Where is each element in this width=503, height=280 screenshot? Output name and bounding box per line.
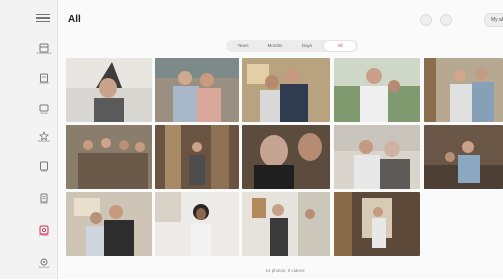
sidebar-item-lists[interactable]: Lists — [33, 158, 55, 184]
sidebar-item-label: Settings — [38, 265, 50, 269]
photo-thumbnail[interactable] — [242, 192, 330, 256]
star-icon — [39, 128, 49, 141]
photo-grid — [66, 58, 503, 263]
journal-icon — [39, 70, 49, 83]
list-icon — [39, 158, 49, 171]
gear-icon — [39, 254, 49, 266]
hamburger-menu-icon[interactable] — [36, 12, 50, 24]
photo-thumbnail[interactable] — [155, 125, 239, 189]
photo-thumbnail[interactable] — [334, 192, 420, 256]
photos-icon — [39, 222, 49, 235]
page-title: All — [68, 14, 81, 25]
sidebar: Dashboard Journal Tasks Rewards Lists No… — [0, 0, 58, 279]
tab-all[interactable]: All — [324, 41, 356, 51]
sidebar-item-label: Dashboard — [36, 51, 52, 55]
photo-thumbnail[interactable] — [66, 58, 152, 122]
photo-thumbnail[interactable] — [334, 58, 420, 122]
photo-thumbnail[interactable] — [242, 125, 330, 189]
sidebar-item-label: Photos — [39, 233, 49, 237]
sidebar-item-label: Tasks — [40, 111, 48, 115]
photo-thumbnail[interactable] — [155, 192, 239, 256]
photo-thumbnail[interactable] — [334, 125, 420, 189]
photo-thumbnail[interactable] — [424, 58, 503, 122]
photo-thumbnail[interactable] — [155, 58, 239, 122]
photo-thumbnail[interactable] — [66, 192, 152, 256]
dashboard-icon — [39, 40, 49, 53]
sidebar-item-label: Lists — [40, 169, 48, 173]
tab-years[interactable]: Years — [228, 41, 258, 51]
header: All My album — [58, 0, 503, 40]
share-icon[interactable] — [420, 14, 432, 26]
photo-thumbnail[interactable] — [424, 125, 503, 189]
sidebar-item-journal[interactable]: Journal — [33, 70, 55, 96]
album-button[interactable]: My album — [484, 13, 503, 27]
tasks-icon — [39, 100, 49, 112]
sidebar-item-label: Notes — [40, 201, 48, 205]
sidebar-item-settings[interactable]: Settings — [33, 254, 55, 280]
photo-thumbnail[interactable] — [242, 58, 330, 122]
sidebar-item-label: Rewards — [38, 139, 50, 143]
sidebar-item-tasks[interactable]: Tasks — [33, 100, 55, 126]
sidebar-item-photos[interactable]: Photos — [33, 222, 55, 248]
view-tabs: Years Months Days All — [226, 40, 358, 52]
photos-app: Dashboard Journal Tasks Rewards Lists No… — [0, 0, 503, 279]
info-icon[interactable] — [440, 14, 452, 26]
sidebar-item-notes[interactable]: Notes — [33, 190, 55, 216]
sidebar-item-label: Journal — [39, 81, 49, 85]
sidebar-item-rewards[interactable]: Rewards — [33, 128, 55, 154]
sidebar-item-dashboard[interactable]: Dashboard — [33, 40, 55, 66]
notes-icon — [39, 190, 49, 203]
photo-thumbnail[interactable] — [66, 125, 152, 189]
tab-days[interactable]: Days — [292, 41, 322, 51]
photo-count: 14 photos, 0 videos — [265, 268, 305, 273]
tab-months[interactable]: Months — [260, 41, 290, 51]
